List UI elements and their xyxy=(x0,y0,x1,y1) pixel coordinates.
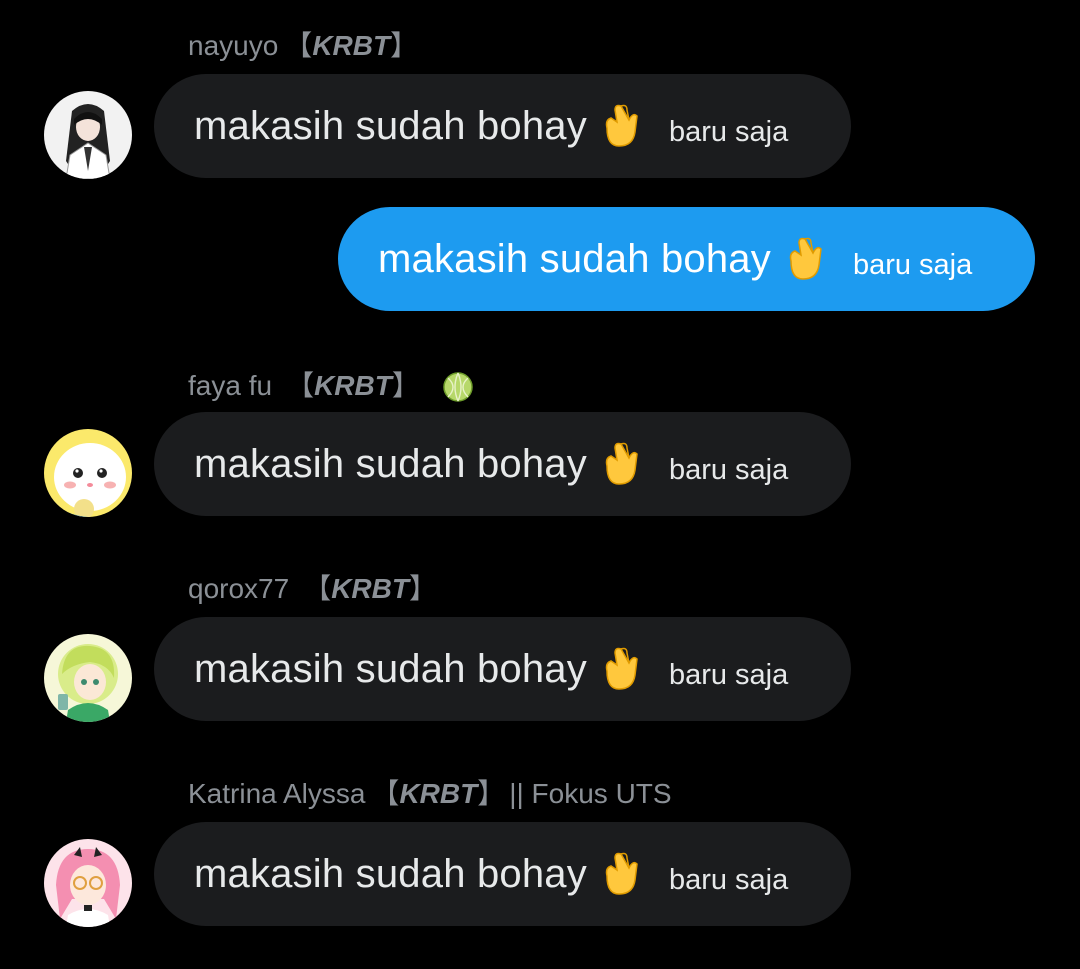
message-bubble[interactable]: makasih sudah bohay baru saja xyxy=(154,74,851,178)
sender-tag-close: 】 xyxy=(477,778,506,809)
sender-tag-close: 】 xyxy=(391,370,420,401)
message-time: baru saja xyxy=(852,248,973,281)
avatar-nayuyo-image xyxy=(44,91,132,179)
sender-name[interactable]: qorox77 xyxy=(188,575,289,603)
sender-name[interactable]: Katrina Alyssa xyxy=(188,780,365,808)
message-time: baru saja xyxy=(668,453,789,486)
sender-tag-close: 】 xyxy=(408,573,437,604)
sender-name[interactable]: nayuyo xyxy=(188,32,278,60)
sender-tag-open: 【 xyxy=(303,573,332,604)
sender-tag-open: 【 xyxy=(371,778,400,809)
message-time: baru saja xyxy=(668,658,789,691)
sender-tag-open: 【 xyxy=(286,370,315,401)
avatar[interactable] xyxy=(44,429,132,517)
message-bubble[interactable]: makasih sudah bohay baru saja xyxy=(154,617,851,721)
message-text: makasih sudah bohay xyxy=(194,103,587,148)
sender-tag: KRBT xyxy=(331,573,409,604)
sender-header: faya fu 【KRBT】 xyxy=(188,370,474,402)
pinched-fingers-heart-icon xyxy=(789,237,822,280)
message-text: makasih sudah bohay xyxy=(378,236,771,281)
sender-tag: KRBT xyxy=(312,30,391,61)
pinched-fingers-heart-icon xyxy=(605,647,638,690)
sender-header: nayuyo 【KRBT】 xyxy=(188,32,418,60)
sender-tag: KRBT xyxy=(314,370,392,401)
sender-name[interactable]: faya fu xyxy=(188,372,272,400)
message-bubble[interactable]: makasih sudah bohay baru saja xyxy=(154,822,851,926)
pinched-fingers-heart-icon xyxy=(605,852,638,895)
sender-bio-suffix: || Fokus UTS xyxy=(509,778,672,809)
avatar[interactable] xyxy=(44,839,132,927)
sender-header: qorox77 【KRBT】 xyxy=(188,575,437,603)
message-text: makasih sudah bohay xyxy=(194,851,587,896)
pinched-fingers-heart-icon xyxy=(605,104,638,147)
avatar-qorox77-image xyxy=(44,634,132,722)
avatar-katrina-alyssa-image xyxy=(44,839,132,927)
message-bubble[interactable]: makasih sudah bohay baru saja xyxy=(154,412,851,516)
message-time: baru saja xyxy=(668,863,789,896)
sender-tag-open: 【 xyxy=(284,30,313,61)
melon-icon xyxy=(443,372,473,402)
sender-header: Katrina Alyssa 【KRBT】 || Fokus UTS xyxy=(188,780,672,808)
sender-tag-close: 】 xyxy=(390,30,419,61)
message-text: makasih sudah bohay xyxy=(194,646,587,691)
avatar[interactable] xyxy=(44,634,132,722)
message-time: baru saja xyxy=(668,115,789,148)
sender-tag: KRBT xyxy=(399,778,478,809)
avatar[interactable] xyxy=(44,91,132,179)
pinched-fingers-heart-icon xyxy=(605,442,638,485)
avatar-faya-fu-image xyxy=(44,429,132,517)
outgoing-message-bubble[interactable]: makasih sudah bohay baru saja xyxy=(338,207,1035,311)
message-text: makasih sudah bohay xyxy=(194,441,587,486)
